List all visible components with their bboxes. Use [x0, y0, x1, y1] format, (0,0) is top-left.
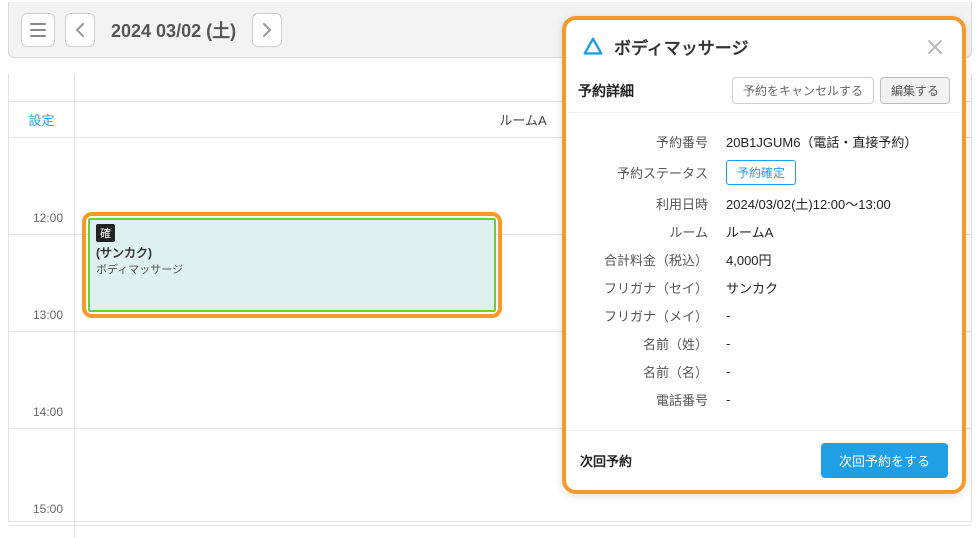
- field-label: 予約ステータス: [576, 163, 726, 182]
- panel-title: ボディマッサージ: [614, 34, 914, 59]
- field-label: 予約番号: [576, 132, 726, 151]
- field-value: サンカク: [726, 278, 942, 297]
- field-label: 電話番号: [576, 390, 726, 409]
- field-label: 利用日時: [576, 194, 726, 213]
- field-label: 名前（名）: [576, 362, 726, 381]
- date-title: 2024 03/02 (土): [111, 17, 236, 43]
- field-label: フリガナ（セイ）: [576, 278, 726, 297]
- status-badge: 確: [96, 224, 115, 242]
- time-gutter: 12:00 13:00 14:00 15:00: [9, 138, 75, 538]
- field-value: ルームA: [726, 222, 942, 241]
- next-day-button[interactable]: [252, 13, 282, 47]
- field-label: 合計料金（税込）: [576, 250, 726, 269]
- time-label: 12:00: [9, 211, 69, 225]
- event-customer: (サンカク): [96, 244, 488, 261]
- booking-detail-panel: ボディマッサージ 予約詳細 予約をキャンセルする 編集する 予約番号20B1JG…: [562, 16, 966, 494]
- time-label: 14:00: [9, 405, 69, 419]
- panel-header: ボディマッサージ: [566, 20, 962, 71]
- prev-day-button[interactable]: [65, 13, 95, 47]
- gutter: [9, 74, 75, 101]
- field-value: -: [726, 308, 942, 323]
- field-label: フリガナ（メイ）: [576, 306, 726, 325]
- time-label: 15:00: [9, 502, 69, 516]
- menu-button[interactable]: [21, 13, 55, 47]
- chevron-left-icon: [75, 23, 85, 37]
- next-booking-button[interactable]: 次回予約をする: [821, 443, 948, 478]
- section-label: 予約詳細: [578, 81, 726, 101]
- field-value: -: [726, 364, 942, 379]
- footer-label: 次回予約: [580, 451, 821, 470]
- field-value: 4,000円: [726, 250, 942, 269]
- event-service: ボディマッサージ: [96, 261, 488, 277]
- field-value: -: [726, 392, 942, 407]
- field-label: ルーム: [576, 222, 726, 241]
- time-label: 13:00: [9, 308, 69, 322]
- field-value: 2024/03/02(土)12:00～13:00: [726, 194, 942, 213]
- field-value: -: [726, 336, 942, 351]
- chevron-right-icon: [262, 23, 272, 37]
- status-chip: 予約確定: [726, 160, 796, 185]
- panel-actions: 予約詳細 予約をキャンセルする 編集する: [566, 71, 962, 113]
- close-button[interactable]: [924, 36, 946, 58]
- triangle-icon: [582, 36, 604, 58]
- field-value: 20B1JGUM6（電話・直接予約）: [726, 132, 942, 151]
- detail-rows: 予約番号20B1JGUM6（電話・直接予約） 予約ステータス予約確定 利用日時2…: [566, 113, 962, 430]
- settings-link[interactable]: 設定: [9, 102, 75, 137]
- edit-booking-button[interactable]: 編集する: [880, 77, 950, 104]
- cancel-booking-button[interactable]: 予約をキャンセルする: [732, 77, 874, 104]
- close-icon: [926, 38, 944, 56]
- booking-event[interactable]: 確 (サンカク) ボディマッサージ: [88, 218, 496, 312]
- field-label: 名前（姓）: [576, 334, 726, 353]
- panel-footer: 次回予約 次回予約をする: [566, 430, 962, 490]
